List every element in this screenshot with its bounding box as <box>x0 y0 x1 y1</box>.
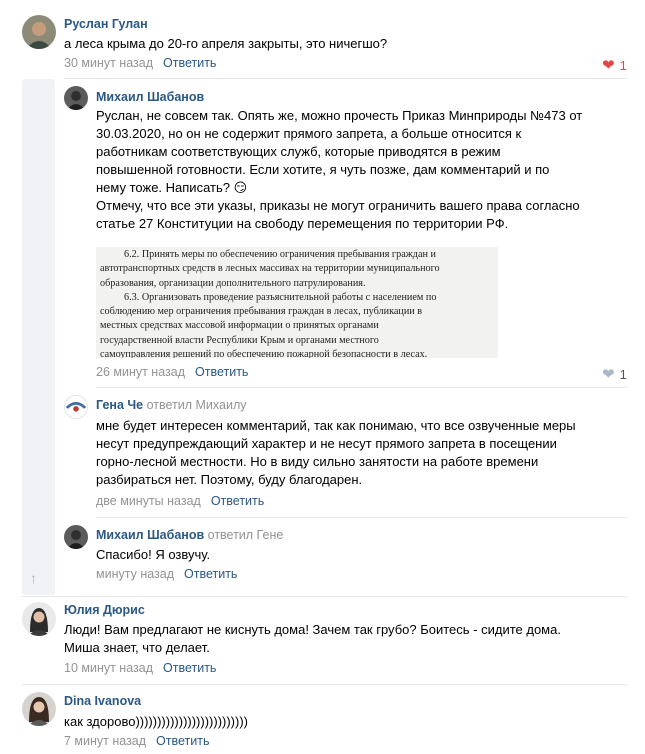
comment-time[interactable]: 10 минут назад <box>64 661 153 675</box>
comment-line: Руслан, не совсем так. Опять же, можно п… <box>96 108 583 123</box>
comment-meta: 7 минут назад Ответить <box>64 734 209 748</box>
avatar[interactable] <box>64 395 88 419</box>
reply-button[interactable]: Ответить <box>184 567 237 581</box>
comment-line: 30.03.2020, но он не содержит прямого за… <box>96 126 522 141</box>
comment-line: повышенной готовности. Если хотите, я чу… <box>96 162 550 177</box>
comment-time[interactable]: 30 минут назад <box>64 56 153 70</box>
comment-line: Отмечу, что все эти указы, приказы не мо… <box>96 198 580 213</box>
reply-button[interactable]: Ответить <box>163 56 216 70</box>
comment-author[interactable]: Руслан Гулан <box>64 17 148 31</box>
avatar[interactable] <box>22 602 56 636</box>
avatar[interactable] <box>64 525 88 549</box>
comment-text: как здорово)))))))))))))))))))))))))) <box>64 714 248 729</box>
like-count: 1 <box>619 367 627 382</box>
comment-author: Михаил Шабанов ответил Гене <box>96 528 283 542</box>
avatar[interactable] <box>64 86 88 110</box>
comment-author[interactable]: Dina Ivanova <box>64 694 141 708</box>
reply-button[interactable]: Ответить <box>195 365 248 379</box>
comment-time[interactable]: две минуты назад <box>96 494 201 508</box>
divider <box>22 684 628 685</box>
comment-author[interactable]: Юлия Дюрис <box>64 603 145 617</box>
avatar[interactable] <box>22 692 56 726</box>
comment-line: нему тоже. Написать? 😏 <box>96 180 248 195</box>
image-text-line: соблюдению мер ограничения пребывания гр… <box>100 306 423 318</box>
replied-to[interactable]: ответил Михаилу <box>147 398 247 412</box>
image-text-line: самоуправления решений по обеспечению по… <box>100 349 428 358</box>
comment-meta: две минуты назад Ответить <box>96 494 264 508</box>
comment-time[interactable]: 26 минут назад <box>96 365 185 379</box>
comment-line: разбираться нет. Поэтому, буду благодаре… <box>96 472 363 487</box>
comment-line: Люди! Вам предлагают не киснуть дома! За… <box>64 622 561 637</box>
comment-meta: 26 минут назад Ответить <box>96 365 248 379</box>
comment-text: Руслан, не совсем так. Опять же, можно п… <box>96 107 582 233</box>
comment-time[interactable]: минуту назад <box>96 567 174 581</box>
heart-icon-grey: ❤ <box>602 366 615 383</box>
image-text-line: образования, организации дополнительного… <box>100 277 366 289</box>
comment-line: Миша знает, что делает. <box>64 640 210 655</box>
replied-to[interactable]: ответил Гене <box>208 528 284 542</box>
avatar[interactable] <box>22 15 56 49</box>
image-text-line: автотранспортных средств в лесных массив… <box>100 263 440 275</box>
divider <box>96 387 628 388</box>
comment-line: мне будет интересен комментарий, так как… <box>96 418 576 433</box>
comment-meta: минуту назад Ответить <box>96 567 237 581</box>
comment-meta: 30 минут назад Ответить <box>64 56 216 70</box>
image-text-line: местных средствах массовой информации о … <box>100 320 379 332</box>
heart-icon-red: ❤ <box>602 57 615 74</box>
reply-button[interactable]: Ответить <box>156 734 209 748</box>
divider <box>64 78 628 79</box>
comment-line: статье 27 Конституции на свободу перемещ… <box>96 216 509 231</box>
reply-button[interactable]: Ответить <box>163 661 216 675</box>
like-count: 1 <box>619 58 627 73</box>
comment-line: работникам соответствующих служб, которы… <box>96 144 501 159</box>
comment-line: несут предупреждающий характер и не несу… <box>96 436 557 451</box>
divider <box>96 517 628 518</box>
comment-text: а леса крыма до 20-го апреля закрыты, эт… <box>64 36 388 51</box>
like-button[interactable]: ❤ 1 <box>602 56 627 74</box>
attached-document-image[interactable]: 6.2. Принять меры по обеспечению огранич… <box>96 247 498 358</box>
comment-meta: 10 минут назад Ответить <box>64 661 216 675</box>
comment-text: Люди! Вам предлагают не киснуть дома! За… <box>64 621 561 657</box>
image-text-line: 6.2. Принять меры по обеспечению огранич… <box>124 249 436 260</box>
comment-text: мне будет интересен комментарий, так как… <box>96 417 576 489</box>
arrow-up-icon[interactable]: ↑ <box>30 570 37 586</box>
comment-line: горно-лесной местности. Но в виду сильно… <box>96 454 539 469</box>
image-text-line: 6.3. Организовать проведение разъяснител… <box>124 291 437 303</box>
comment-time[interactable]: 7 минут назад <box>64 734 146 748</box>
comment-text: Спасибо! Я озвучу. <box>96 547 211 562</box>
comment-author: Гена Че ответил Михаилу <box>96 398 247 412</box>
comment-author[interactable]: Михаил Шабанов <box>96 90 204 104</box>
image-text-line: государственной власти Республики Крым и… <box>100 334 379 346</box>
like-button[interactable]: ❤ 1 <box>602 365 627 383</box>
author-link[interactable]: Михаил Шабанов <box>96 528 204 542</box>
reply-button[interactable]: Ответить <box>211 494 264 508</box>
author-link[interactable]: Гена Че <box>96 398 143 412</box>
thread-collapse-bar[interactable] <box>22 79 55 595</box>
divider <box>22 596 628 597</box>
